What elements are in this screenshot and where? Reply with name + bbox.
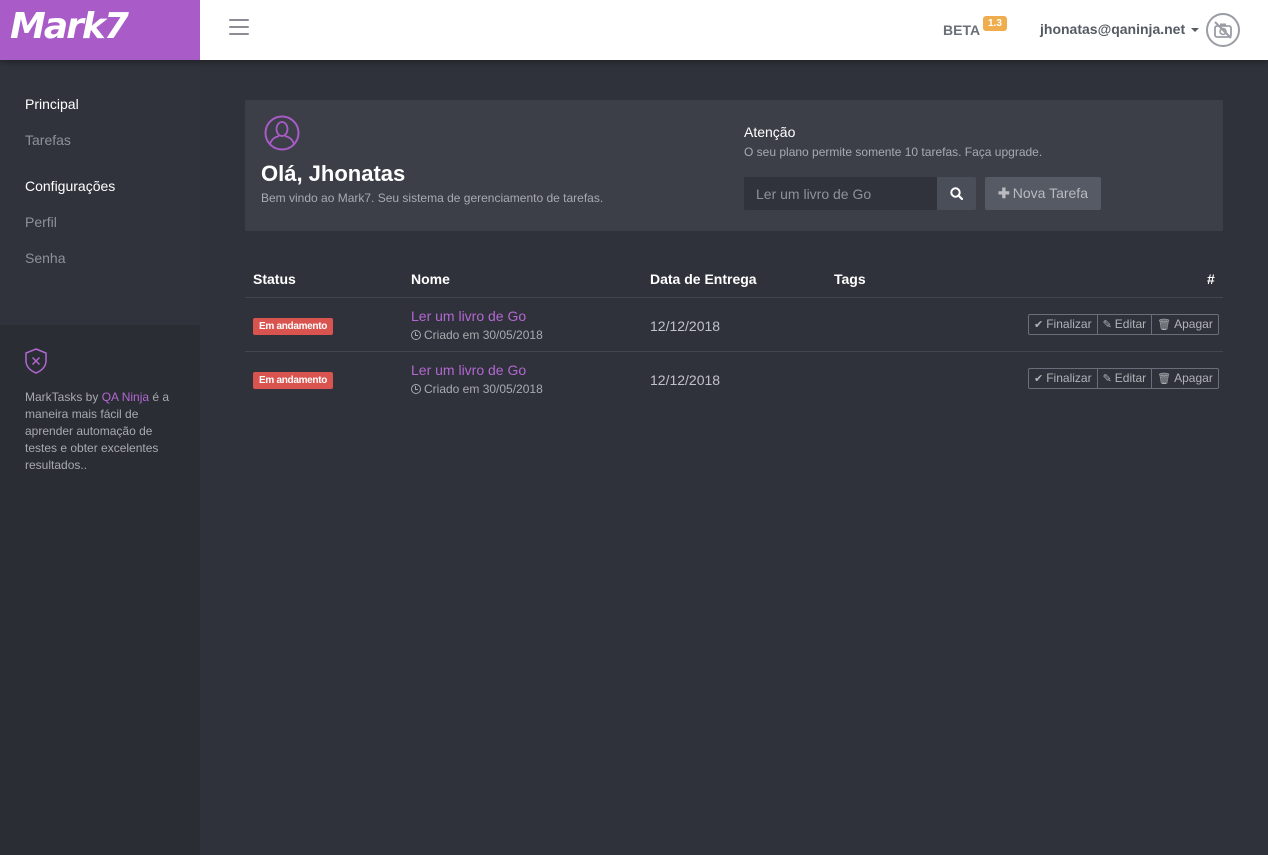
pencil-icon: ✎ [1102, 319, 1112, 331]
task-created-date: Criado em 30/05/2018 [411, 382, 543, 396]
brand-logo[interactable]: Mark7 [0, 0, 200, 60]
sidebar-item-perfil[interactable]: Perfil [25, 214, 57, 230]
column-header-data-entrega: Data de Entrega [650, 271, 757, 287]
row-divider [245, 297, 1223, 298]
search-icon [950, 187, 963, 200]
avatar[interactable] [1206, 13, 1240, 47]
clock-icon [411, 384, 421, 394]
check-circle-icon: ✔ [1034, 373, 1044, 385]
finish-button[interactable]: ✔ Finalizar [1029, 369, 1098, 388]
user-menu-dropdown[interactable]: jhonatas@qaninja.net [1040, 21, 1200, 37]
sidebar-heading-principal: Principal [25, 96, 79, 112]
task-actions: ✔ Finalizar ✎ Editar 🗑 Apagar [1028, 314, 1219, 335]
row-divider [245, 351, 1223, 352]
welcome-text: Bem vindo ao Mark7. Seu sistema de geren… [261, 191, 604, 205]
column-header-actions: # [1207, 271, 1215, 287]
welcome-panel: Olá, Jhonatas Bem vindo ao Mark7. Seu si… [245, 100, 1223, 231]
pencil-icon: ✎ [1102, 373, 1112, 385]
shield-icon [25, 348, 47, 374]
search-input[interactable] [744, 177, 938, 210]
delete-button[interactable]: 🗑 Apagar [1152, 315, 1218, 334]
sidebar: Principal Tarefas Configurações Perfil S… [0, 60, 200, 855]
sidebar-info-text: MarkTasks by QA Ninja é a maneira mais f… [25, 390, 170, 472]
task-created-date: Criado em 30/05/2018 [411, 328, 543, 342]
column-header-tags: Tags [834, 271, 866, 287]
task-name-link[interactable]: Ler um livro de Go [411, 308, 526, 324]
top-header: Mark7 BETA 1.3 jhonatas@qaninja.net [0, 0, 1268, 60]
sidebar-nav: Principal Tarefas Configurações Perfil S… [0, 60, 200, 325]
edit-button[interactable]: ✎ Editar [1098, 315, 1153, 334]
page-title: Olá, Jhonatas [261, 161, 406, 186]
new-task-label: Nova Tarefa [1012, 185, 1088, 201]
task-name-link[interactable]: Ler um livro de Go [411, 362, 526, 378]
task-due-date: 12/12/2018 [650, 318, 721, 334]
user-icon [264, 115, 300, 151]
attention-text: O seu plano permite somente 10 tarefas. … [744, 145, 1043, 159]
trash-icon: 🗑 [1157, 373, 1172, 385]
status-badge: Em andamento [253, 372, 334, 389]
beta-label: BETA [943, 22, 981, 38]
qa-ninja-link[interactable]: QA Ninja [102, 390, 149, 404]
new-task-button[interactable]: ✚ Nova Tarefa [985, 177, 1101, 210]
sidebar-item-tarefas[interactable]: Tarefas [25, 132, 71, 148]
version-badge: 1.3 [983, 16, 1007, 31]
task-due-date: 12/12/2018 [650, 372, 721, 388]
sidebar-heading-configuracoes: Configurações [25, 178, 116, 194]
status-badge: Em andamento [253, 318, 334, 335]
brand-name: Mark7 [10, 6, 129, 47]
user-email: jhonatas@qaninja.net [1040, 21, 1186, 37]
sidebar-info: MarkTasks by QA Ninja é a maneira mais f… [25, 348, 175, 474]
finish-button[interactable]: ✔ Finalizar [1029, 315, 1098, 334]
column-header-nome: Nome [411, 271, 450, 287]
no-photo-icon [1214, 21, 1232, 39]
edit-button[interactable]: ✎ Editar [1098, 369, 1153, 388]
search-button[interactable] [937, 177, 976, 210]
plus-icon: ✚ [998, 185, 1010, 201]
trash-icon: 🗑 [1157, 319, 1172, 331]
sidebar-item-senha[interactable]: Senha [25, 250, 65, 266]
caret-down-icon [1191, 28, 1200, 33]
check-circle-icon: ✔ [1034, 319, 1044, 331]
clock-icon [411, 330, 421, 340]
attention-title: Atenção [744, 124, 796, 140]
delete-button[interactable]: 🗑 Apagar [1152, 369, 1218, 388]
task-actions: ✔ Finalizar ✎ Editar 🗑 Apagar [1028, 368, 1219, 389]
column-header-status: Status [253, 271, 296, 287]
menu-toggle-icon[interactable] [229, 19, 249, 37]
